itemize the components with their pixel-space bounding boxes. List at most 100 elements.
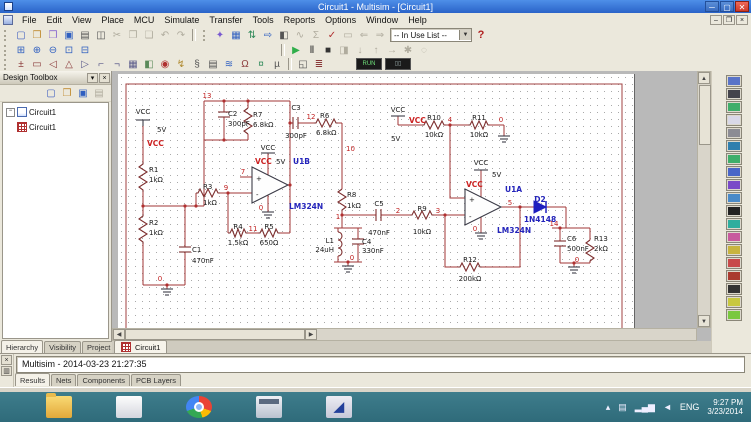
r8-value[interactable]: 1kΩ bbox=[347, 202, 362, 210]
toolbar-grip[interactable] bbox=[4, 59, 10, 70]
r9-value[interactable]: 10kΩ bbox=[413, 228, 432, 236]
pause-at-next-icon[interactable]: ◨ bbox=[336, 43, 352, 57]
vcc2-name[interactable]: VCC bbox=[391, 106, 406, 114]
file-explorer-icon[interactable] bbox=[46, 396, 72, 418]
net-4[interactable]: 4 bbox=[448, 116, 453, 124]
capture-area-icon[interactable]: ◧ bbox=[276, 28, 292, 42]
word-generator-icon[interactable] bbox=[726, 166, 742, 178]
r10-ref[interactable]: R10 bbox=[427, 114, 441, 122]
place-power-icon[interactable]: ↯ bbox=[173, 57, 189, 71]
place-mixed-icon[interactable]: ◧ bbox=[141, 57, 157, 71]
tree-child-row[interactable]: Circuit1 bbox=[17, 121, 108, 133]
distortion-analyzer-icon[interactable] bbox=[726, 218, 742, 230]
mdi-minimize-button[interactable]: – bbox=[710, 15, 722, 25]
agilent-oscilloscope-icon[interactable] bbox=[726, 283, 742, 295]
stop-icon[interactable]: ■ bbox=[320, 43, 336, 57]
panel-close-icon[interactable]: × bbox=[99, 73, 110, 83]
tektronix-oscilloscope-icon[interactable] bbox=[726, 296, 742, 308]
tab-circuit1[interactable]: Circuit1 bbox=[114, 340, 167, 353]
vertical-scrollbar[interactable]: ▲ ▼ bbox=[697, 71, 711, 328]
copy-icon[interactable]: ❐ bbox=[125, 28, 141, 42]
u1a-part[interactable]: LM324N bbox=[497, 226, 531, 235]
c5-value[interactable]: 470nF bbox=[368, 229, 390, 237]
tree-child-label[interactable]: Circuit1 bbox=[29, 123, 56, 132]
tree-root-row[interactable]: − Circuit1 bbox=[3, 106, 108, 118]
cut-icon[interactable]: ✂ bbox=[109, 28, 125, 42]
net-2[interactable]: 2 bbox=[396, 207, 400, 215]
menu-options[interactable]: Options bbox=[320, 15, 361, 25]
dtb-new-icon[interactable]: ▢ bbox=[43, 86, 59, 100]
iv-analyzer-icon[interactable] bbox=[726, 205, 742, 217]
notepad-icon[interactable] bbox=[116, 396, 142, 418]
r11-ref[interactable]: R11 bbox=[472, 114, 486, 122]
database-manager-icon[interactable]: ▦ bbox=[228, 28, 244, 42]
c5-ref[interactable]: C5 bbox=[374, 200, 383, 208]
breakpoint-icon[interactable]: ◌ bbox=[416, 43, 432, 57]
place-bus-icon[interactable]: ≣ bbox=[311, 57, 327, 71]
c2-value[interactable]: 300pF bbox=[228, 120, 250, 128]
place-analog-icon[interactable]: ▷ bbox=[77, 57, 93, 71]
r6-ref[interactable]: R6 bbox=[320, 112, 330, 120]
mdi-close-button[interactable]: × bbox=[736, 15, 748, 25]
menu-tools[interactable]: Tools bbox=[248, 15, 279, 25]
agilent-function-generator-icon[interactable] bbox=[726, 257, 742, 269]
calculator-icon[interactable] bbox=[256, 396, 282, 418]
tab-pcb-layers[interactable]: PCB Layers bbox=[131, 374, 181, 386]
net-0-left[interactable]: 0 bbox=[158, 275, 162, 283]
u1a-vcc-net[interactable]: VCC bbox=[466, 180, 483, 189]
r1-value[interactable]: 1kΩ bbox=[149, 176, 164, 184]
erc-icon[interactable]: ✓ bbox=[324, 28, 340, 42]
net-5[interactable]: 5 bbox=[508, 199, 512, 207]
mdi-restore-button[interactable]: ❐ bbox=[723, 15, 735, 25]
menu-edit[interactable]: Edit bbox=[42, 15, 68, 25]
pause-switch[interactable]: ▯▯ bbox=[385, 58, 411, 70]
chrome-icon[interactable] bbox=[186, 396, 212, 418]
panel-pin-icon[interactable]: ▾ bbox=[87, 73, 98, 83]
graph-icon[interactable]: ∿ bbox=[292, 28, 308, 42]
toolbar-grip[interactable] bbox=[203, 30, 209, 41]
spreadsheet-close-icon[interactable]: × bbox=[1, 355, 12, 365]
net-14[interactable]: 14 bbox=[550, 220, 559, 228]
tab-visibility[interactable]: Visibility bbox=[44, 341, 81, 353]
r13-value[interactable]: 2kΩ bbox=[594, 245, 609, 253]
network-analyzer-icon[interactable] bbox=[726, 244, 742, 256]
net-0-c6[interactable]: 0 bbox=[575, 256, 579, 264]
u1b-vcc-name[interactable]: VCC bbox=[261, 144, 276, 152]
postprocessor-icon[interactable]: Σ bbox=[308, 28, 324, 42]
in-use-list-combo[interactable]: -- In Use List -- ▼ bbox=[390, 28, 472, 42]
tab-results[interactable]: Results bbox=[15, 373, 50, 386]
c4-ref[interactable]: C4 bbox=[362, 238, 372, 246]
toolbar-grip[interactable] bbox=[4, 45, 10, 56]
hierarchical-block-icon[interactable]: ◱ bbox=[295, 57, 311, 71]
logic-analyzer-icon[interactable] bbox=[726, 179, 742, 191]
r1-ref[interactable]: R1 bbox=[149, 166, 158, 174]
c3-ref[interactable]: C3 bbox=[291, 104, 300, 112]
u1a-vcc-name[interactable]: VCC bbox=[474, 159, 489, 167]
u1b-plus[interactable]: + bbox=[256, 175, 262, 183]
bode-plotter-icon[interactable] bbox=[726, 140, 742, 152]
tab-components[interactable]: Components bbox=[77, 374, 130, 386]
new-icon[interactable]: ▢ bbox=[13, 28, 29, 42]
zoom-area-icon[interactable]: ⊡ bbox=[61, 43, 77, 57]
r13-ref[interactable]: R13 bbox=[594, 235, 608, 243]
r8-ref[interactable]: R8 bbox=[347, 191, 356, 199]
save-icon[interactable]: ▣ bbox=[61, 28, 77, 42]
four-channel-oscilloscope-icon[interactable] bbox=[726, 127, 742, 139]
vcc2-voltage[interactable]: 5V bbox=[391, 135, 400, 143]
tree-root-label[interactable]: Circuit1 bbox=[29, 108, 56, 117]
menu-window[interactable]: Window bbox=[361, 15, 403, 25]
forward-annotate-icon[interactable]: ⇒ bbox=[372, 28, 388, 42]
tab-nets[interactable]: Nets bbox=[51, 374, 76, 386]
place-electromechanical-icon[interactable]: Ω bbox=[237, 57, 253, 71]
horizontal-scrollbar[interactable]: ◀ ▶ bbox=[112, 328, 697, 341]
net-13[interactable]: 13 bbox=[203, 92, 212, 100]
language-indicator[interactable]: ENG bbox=[680, 402, 700, 412]
undo-icon[interactable]: ↶ bbox=[157, 28, 173, 42]
c3-value[interactable]: 300pF bbox=[285, 132, 307, 140]
multimeter-icon[interactable] bbox=[726, 75, 742, 87]
menu-mcu[interactable]: MCU bbox=[129, 15, 160, 25]
net-11[interactable]: 11 bbox=[249, 225, 258, 233]
scroll-down-icon[interactable]: ▼ bbox=[698, 315, 710, 327]
dtb-folder-icon[interactable]: ▤ bbox=[91, 86, 107, 100]
u1a-plus[interactable]: + bbox=[469, 196, 475, 204]
